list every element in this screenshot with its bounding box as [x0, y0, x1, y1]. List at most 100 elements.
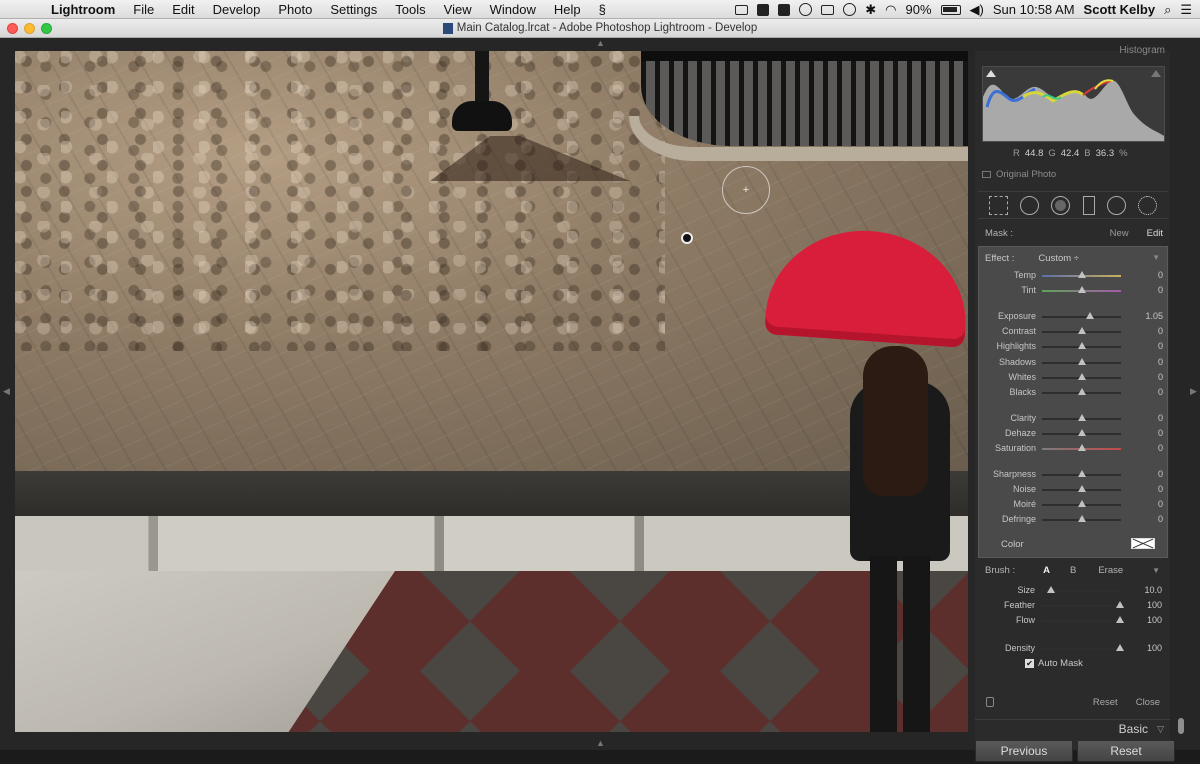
spotlight-search-icon[interactable]: ⌕ — [1164, 2, 1171, 18]
slider-value[interactable]: 100 — [1147, 600, 1162, 610]
red-eye-icon[interactable] — [1051, 195, 1071, 215]
radial-filter-icon[interactable] — [1106, 195, 1126, 215]
mask-new-button[interactable]: New — [1110, 228, 1129, 239]
color-swatch[interactable] — [1131, 538, 1155, 549]
slider-value[interactable]: 0 — [1158, 514, 1163, 524]
window-minimize-button[interactable] — [24, 23, 35, 34]
slider-value[interactable]: 0 — [1158, 443, 1163, 453]
slider-whites[interactable]: Whites 0 — [979, 370, 1169, 385]
slider-thumb[interactable] — [1077, 429, 1086, 436]
slider-value[interactable]: 0 — [1158, 413, 1163, 423]
slider-value[interactable]: 100 — [1147, 615, 1162, 625]
slider-highlights[interactable]: Highlights 0 — [979, 339, 1169, 354]
brush-slider-flow[interactable]: Flow 100 — [978, 613, 1168, 628]
slider-blacks[interactable]: Blacks 0 — [979, 385, 1169, 400]
brush-triangle-icon[interactable]: ▼ — [1152, 566, 1160, 575]
dropbox-icon[interactable] — [757, 3, 770, 16]
slider-sharpness[interactable]: Sharpness 0 — [979, 467, 1169, 482]
basic-triangle-icon[interactable]: ▽ — [1157, 720, 1164, 738]
slider-thumb[interactable] — [1077, 271, 1086, 278]
menu-develop[interactable]: Develop — [204, 2, 270, 17]
slider-value[interactable]: 0 — [1158, 270, 1163, 280]
slider-value[interactable]: 1.05 — [1145, 311, 1163, 321]
panel-scrollbar[interactable] — [1178, 718, 1184, 734]
airplay-icon[interactable] — [821, 4, 835, 15]
slider-moir[interactable]: Moiré 0 — [979, 497, 1169, 512]
original-photo-toggle[interactable]: Original Photo — [982, 169, 1056, 180]
slider-thumb[interactable] — [1086, 312, 1095, 319]
menu-photo[interactable]: Photo — [269, 2, 321, 17]
highlight-clipping-icon[interactable] — [1151, 70, 1161, 77]
menu-file[interactable]: File — [124, 2, 163, 17]
app-status-icon[interactable] — [778, 3, 791, 16]
slider-value[interactable]: 0 — [1158, 499, 1163, 509]
reset-button[interactable]: Reset — [1077, 740, 1175, 762]
slider-exposure[interactable]: Exposure 1.05 — [979, 309, 1169, 324]
graduated-filter-icon[interactable] — [1082, 195, 1095, 215]
slider-thumb[interactable] — [1077, 342, 1086, 349]
auto-mask-checkbox[interactable]: ✔ — [1025, 659, 1034, 668]
slider-track[interactable] — [1042, 316, 1121, 318]
battery-icon[interactable] — [940, 4, 961, 15]
user-name[interactable]: Scott Kelby — [1084, 2, 1156, 17]
slider-value[interactable]: 10.0 — [1144, 585, 1162, 595]
slider-thumb[interactable] — [1077, 444, 1086, 451]
right-panel-toggle-icon[interactable]: ▶ — [1190, 386, 1197, 397]
slider-contrast[interactable]: Contrast 0 — [979, 324, 1169, 339]
notification-center-icon[interactable]: ☰ — [1180, 2, 1192, 18]
slider-value[interactable]: 0 — [1158, 372, 1163, 382]
slider-value[interactable]: 0 — [1158, 387, 1163, 397]
crop-tool-icon[interactable] — [989, 195, 1009, 215]
slider-value[interactable]: 0 — [1158, 326, 1163, 336]
collapse-triangle-icon[interactable]: ▼ — [1152, 253, 1160, 264]
clock[interactable]: Sun 10:58 AM — [993, 2, 1075, 17]
histogram-title[interactable]: Histogram — [1119, 45, 1165, 56]
brush-slider-density[interactable]: Density 100 — [978, 641, 1168, 656]
app-menu[interactable]: Lightroom — [42, 2, 124, 17]
adjustment-pin-icon[interactable] — [681, 232, 693, 244]
window-close-button[interactable] — [7, 23, 18, 34]
bluetooth-icon[interactable]: ✱ — [865, 2, 876, 18]
slider-value[interactable]: 0 — [1158, 484, 1163, 494]
slider-dehaze[interactable]: Dehaze 0 — [979, 426, 1169, 441]
slider-thumb[interactable] — [1077, 470, 1086, 477]
menu-window[interactable]: Window — [481, 2, 545, 17]
wifi-icon[interactable]: ◠ — [885, 2, 896, 18]
slider-shadows[interactable]: Shadows 0 — [979, 355, 1169, 370]
slider-track[interactable] — [1041, 620, 1120, 622]
menu-edit[interactable]: Edit — [163, 2, 203, 17]
slider-thumb[interactable] — [1077, 414, 1086, 421]
left-panel-toggle-icon[interactable]: ◀ — [3, 386, 10, 397]
mask-edit-button[interactable]: Edit — [1147, 228, 1163, 239]
brush-slider-feather[interactable]: Feather 100 — [978, 598, 1168, 613]
slider-value[interactable]: 0 — [1158, 341, 1163, 351]
top-panel-toggle-icon[interactable]: ▲ — [596, 38, 605, 48]
photo-canvas[interactable]: + — [15, 51, 968, 732]
previous-button[interactable]: Previous — [975, 740, 1073, 762]
panel-reset-button[interactable]: Reset — [1093, 697, 1118, 708]
slider-tint[interactable]: Tint 0 — [979, 283, 1169, 298]
slider-thumb[interactable] — [1077, 358, 1086, 365]
adjustment-brush-icon[interactable] — [1137, 195, 1157, 215]
volume-icon[interactable]: ◀) — [970, 2, 984, 18]
brush-erase-button[interactable]: Erase — [1098, 565, 1123, 576]
brush-a-button[interactable]: A — [1043, 565, 1050, 576]
slider-thumb[interactable] — [1116, 616, 1124, 623]
slider-thumb[interactable] — [1077, 388, 1086, 395]
slider-noise[interactable]: Noise 0 — [979, 482, 1169, 497]
slider-value[interactable]: 0 — [1158, 357, 1163, 367]
brush-slider-size[interactable]: Size 10.0 — [978, 583, 1168, 598]
slider-track[interactable] — [1041, 648, 1120, 650]
spot-removal-icon[interactable] — [1020, 195, 1040, 215]
slider-thumb[interactable] — [1116, 601, 1124, 608]
effect-preset-dropdown[interactable]: Custom ÷ — [1038, 253, 1079, 264]
slider-thumb[interactable] — [1047, 586, 1056, 593]
bottom-panel-toggle-icon[interactable]: ▲ — [596, 738, 605, 748]
brush-b-button[interactable]: B — [1070, 565, 1076, 576]
pin-toggle-icon[interactable] — [986, 697, 994, 707]
slider-value[interactable]: 0 — [1158, 285, 1163, 295]
script-menu-icon[interactable]: § — [590, 2, 615, 17]
slider-value[interactable]: 100 — [1147, 643, 1162, 653]
menu-view[interactable]: View — [435, 2, 481, 17]
menu-help[interactable]: Help — [545, 2, 590, 17]
